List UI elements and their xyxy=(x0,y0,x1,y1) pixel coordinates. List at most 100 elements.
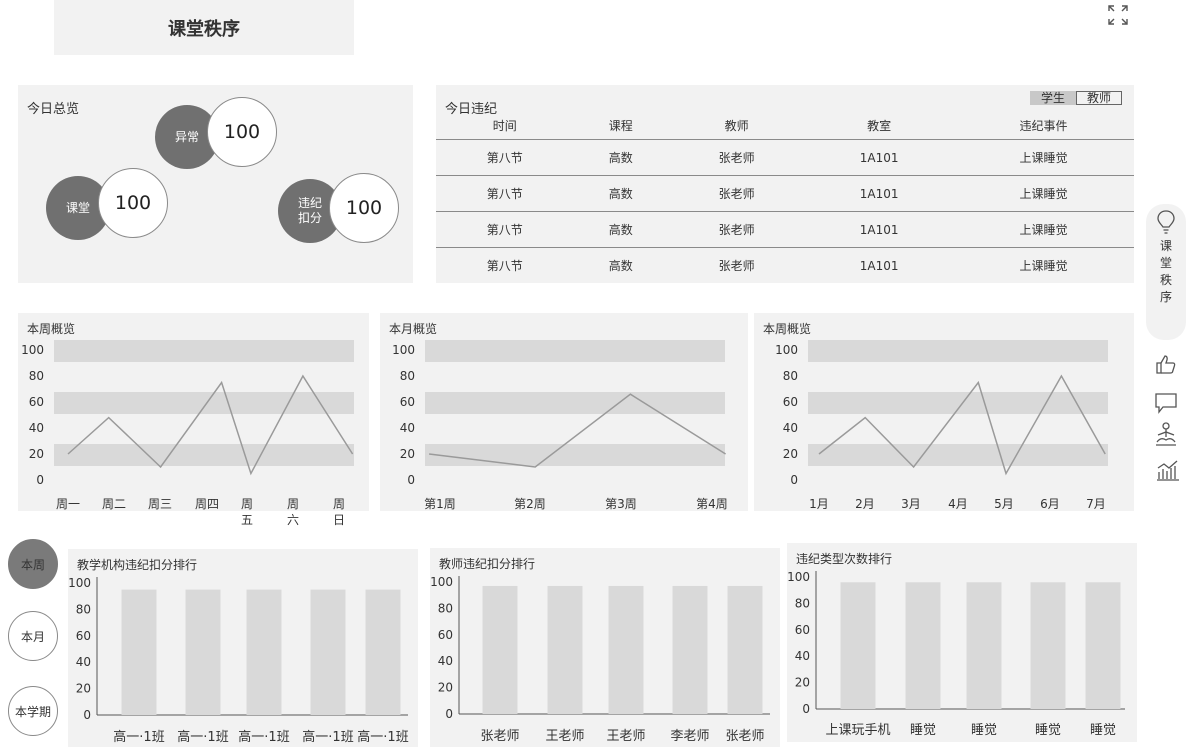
teacher-ranking-panel: 教师违纪扣分排行 0 20 40 60 80 100 张老师 王老师 王老师 李老师 张老师 xyxy=(430,548,780,747)
table-row[interactable]: 第八节 高数 张老师 1A101 上课睡觉 xyxy=(436,211,1134,248)
cell-room: 1A101 xyxy=(805,211,953,248)
x-tick-label: 高一·1班 xyxy=(177,729,228,745)
grid-band xyxy=(425,340,725,362)
meditation-icon[interactable] xyxy=(1154,421,1178,449)
x-tick-label: 周 xyxy=(241,497,253,511)
y-tick-label: 40 xyxy=(783,421,798,435)
overview-title: 今日总览 xyxy=(27,102,80,117)
y-tick-label: 100 xyxy=(787,570,810,584)
table-row[interactable]: 第八节 高数 张老师 1A101 上课睡觉 xyxy=(436,248,1134,284)
teacher-bar-chart: 0 20 40 60 80 100 张老师 王老师 王老师 李老师 张老师 xyxy=(430,575,770,744)
cell-teacher: 张老师 xyxy=(667,175,806,212)
bar xyxy=(672,585,708,714)
fullscreen-icon[interactable] xyxy=(1107,4,1129,26)
y-tick-label: 80 xyxy=(76,602,91,616)
x-tick-label: 2月 xyxy=(855,497,875,511)
cell-time: 第八节 xyxy=(436,211,574,248)
monthly-line-chart: 0 20 40 60 80 100 第1周 第2周 第3周 第4周 xyxy=(392,340,728,511)
y-tick-label: 100 xyxy=(392,343,415,357)
bar xyxy=(905,582,941,709)
sidebar-tab-classroom-order[interactable]: 课堂秩序 xyxy=(1146,204,1186,340)
grid-band xyxy=(808,392,1108,414)
x-tick-label: 张老师 xyxy=(480,729,519,744)
bar xyxy=(246,589,282,715)
x-tick-label: 第3周 xyxy=(605,497,637,511)
x-tick-label: 第4周 xyxy=(696,497,728,511)
x-tick-label: 高一·1班 xyxy=(302,729,353,745)
x-tick-label: 1月 xyxy=(809,497,829,511)
y-tick-label: 80 xyxy=(29,369,44,383)
cell-course: 高数 xyxy=(573,139,668,176)
table-row[interactable]: 第八节 高数 张老师 1A101 上课睡觉 xyxy=(436,175,1134,212)
x-tick-label: 3月 xyxy=(901,497,921,511)
col-time: 时间 xyxy=(436,111,574,140)
bar xyxy=(1030,582,1066,709)
bar xyxy=(966,582,1002,709)
y-tick-label: 100 xyxy=(68,576,91,590)
col-course: 课程 xyxy=(573,111,668,140)
y-tick-label: 40 xyxy=(438,654,453,668)
y-tick-label: 60 xyxy=(795,623,810,637)
y-tick-label: 60 xyxy=(29,395,44,409)
thumbs-up-icon[interactable] xyxy=(1155,353,1177,375)
y-tick-label: 80 xyxy=(783,369,798,383)
y-tick-label: 60 xyxy=(438,628,453,642)
x-tick-label: 日 xyxy=(333,513,345,527)
x-tick-label: 王老师 xyxy=(545,729,584,744)
period-month-button[interactable]: 本月 xyxy=(8,611,58,661)
y-tick-label: 80 xyxy=(438,601,453,615)
period-semester-button[interactable]: 本学期 xyxy=(8,686,58,736)
y-tick-label: 40 xyxy=(400,421,415,435)
classroom-label: 课堂 xyxy=(65,200,90,215)
grid-band xyxy=(808,444,1108,466)
overview-panel-3: 本周概览 0 20 40 60 80 100 1月 2月 3月 4月 5月 6月 7月 xyxy=(754,313,1134,511)
weekly-overview-panel: 本周概览 0 20 40 60 80 100 周一 周二 周三 周四周五周六周日 xyxy=(18,313,369,527)
grid-band xyxy=(425,392,725,414)
period-week-button[interactable]: 本周 xyxy=(8,539,58,589)
cell-course: 高数 xyxy=(573,211,668,248)
table-row[interactable]: 第八节 高数 张老师 1A101 上课睡觉 xyxy=(436,139,1134,176)
y-tick-label: 20 xyxy=(76,682,91,696)
col-event: 违纪事件 xyxy=(952,111,1134,140)
x-tick-label: 5月 xyxy=(994,497,1014,511)
violation-type-bar-chart: 0 20 40 60 80 100 上课玩手机 睡觉 睡觉 睡觉 睡觉 xyxy=(787,570,1125,738)
violations-panel: 今日违纪 学生 教师 时间 课程 教师 教室 违纪事件 第八节 高数 张老师 1… xyxy=(436,85,1134,283)
overview-panel: 今日总览 异常 100 课堂 100 违纪扣分 100 xyxy=(18,85,413,283)
y-tick-label: 20 xyxy=(795,676,810,690)
classroom-value: 100 xyxy=(98,168,168,238)
stats-chart-icon[interactable] xyxy=(1156,458,1180,482)
abnormal-value: 100 xyxy=(207,97,277,167)
bar xyxy=(547,585,583,714)
cell-course: 高数 xyxy=(608,259,633,273)
toggle-student[interactable]: 学生 xyxy=(1030,91,1076,105)
monthly-overview-panel: 本月概览 0 20 40 60 80 100 第1周 第2周 第3周 第4周 xyxy=(380,313,748,511)
cell-room: 1A101 xyxy=(859,258,899,273)
bar xyxy=(840,582,876,709)
y-tick-label: 100 xyxy=(775,343,798,357)
toggle-teacher[interactable]: 教师 xyxy=(1076,91,1122,105)
x-tick-label: 第2周 xyxy=(514,497,546,511)
x-tick-label: 李老师 xyxy=(670,729,709,744)
x-tick-label: 高一·1班 xyxy=(357,729,408,745)
table-header-row: 时间 课程 教师 教室 违纪事件 xyxy=(436,111,1134,140)
grid-band xyxy=(808,340,1108,362)
y-tick-label: 60 xyxy=(76,629,91,643)
bar xyxy=(310,589,346,715)
comment-icon[interactable] xyxy=(1154,392,1178,414)
page-title: 课堂秩序 xyxy=(54,0,354,55)
x-tick-label: 睡觉 xyxy=(1090,723,1116,738)
x-tick-label: 周 xyxy=(333,497,345,511)
x-tick-label: 五 xyxy=(241,513,253,527)
cell-time: 第八节 xyxy=(436,175,574,212)
x-tick-label: 张老师 xyxy=(725,729,764,744)
y-tick-label: 80 xyxy=(400,369,415,383)
x-tick-label: 周二 xyxy=(102,497,126,511)
grid-band xyxy=(54,340,354,362)
y-tick-label: 0 xyxy=(790,473,798,487)
x-tick-label: 周四 xyxy=(195,497,219,511)
cell-course: 高数 xyxy=(573,175,668,212)
x-tick-label: 周三 xyxy=(148,497,172,511)
cell-teacher: 张老师 xyxy=(667,139,806,176)
grid-band xyxy=(54,392,354,414)
trend-line-chart: 0 20 40 60 80 100 1月 2月 3月 4月 5月 6月 7月 xyxy=(775,340,1108,511)
